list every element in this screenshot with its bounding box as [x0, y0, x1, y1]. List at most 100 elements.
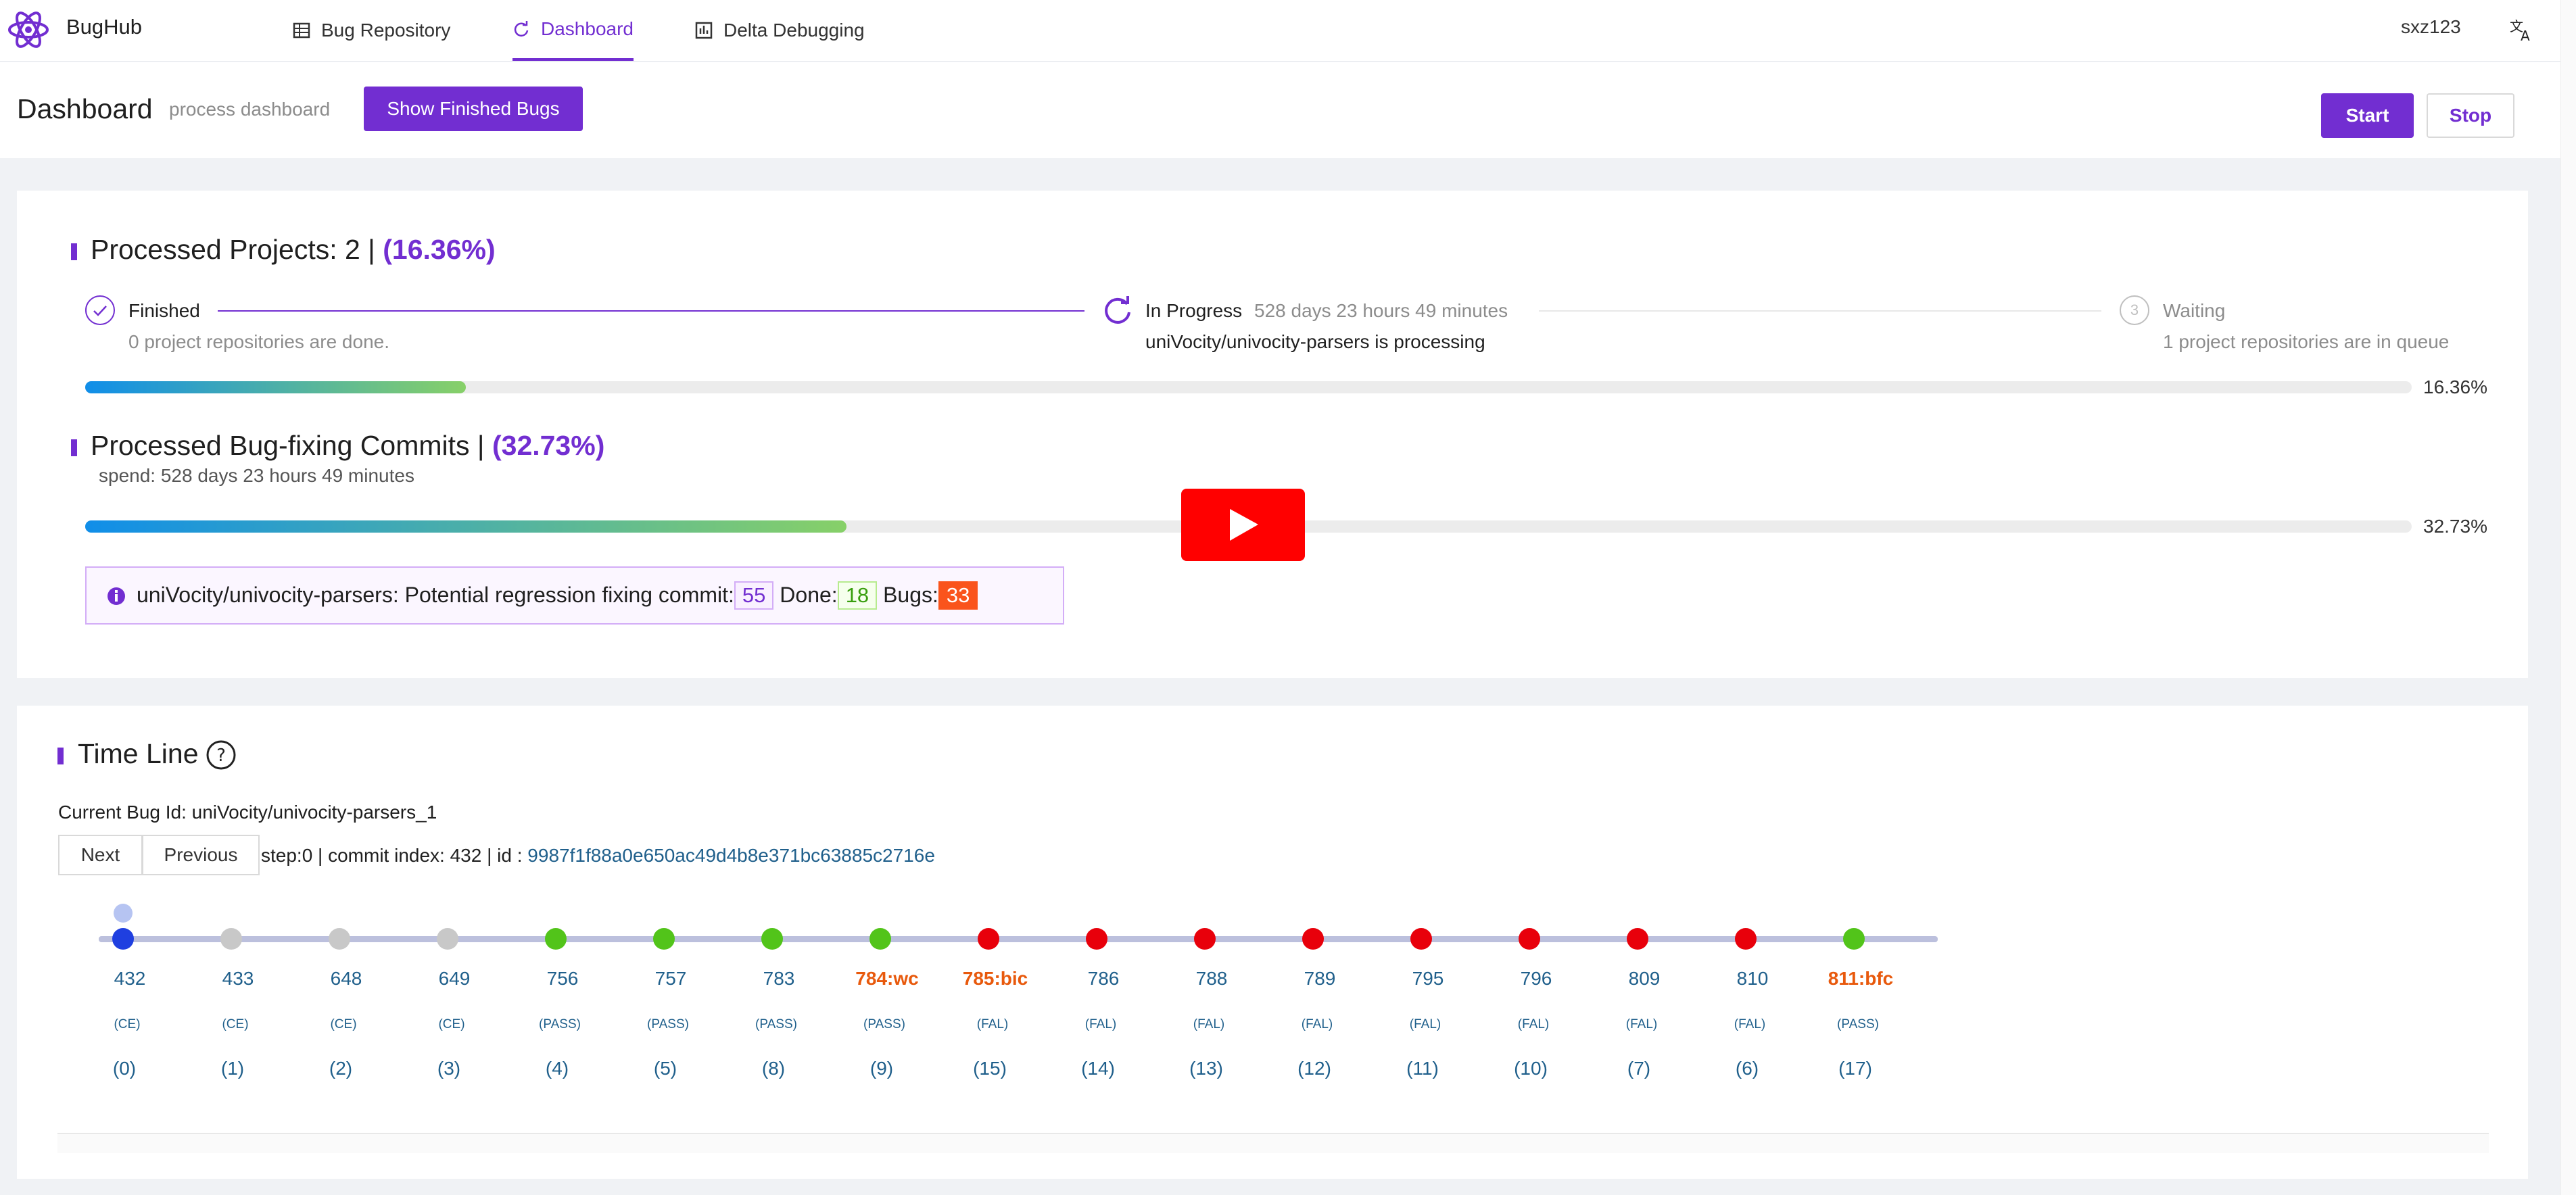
step-progress-label: In Progress — [1145, 300, 1243, 321]
timeline-node-label[interactable]: 809 — [1597, 968, 1692, 990]
svg-text:?: ? — [216, 746, 226, 766]
processed-projects-title: Processed Projects: 2 | (16.36%) — [91, 234, 496, 266]
timeline-node-dot[interactable] — [329, 928, 350, 950]
timeline-node-dot[interactable] — [112, 928, 134, 950]
timeline-node-order: (3) — [437, 1058, 461, 1079]
commits-spend: spend: 528 days 23 hours 49 minutes — [99, 465, 414, 486]
projects-percent: (16.36%) — [383, 234, 496, 265]
timeline-node-status: (FAL) — [1301, 1017, 1333, 1031]
timeline-node-dot[interactable] — [437, 928, 458, 950]
timeline-node-label[interactable]: 811:bfc — [1813, 968, 1908, 990]
nav-label: Delta Debugging — [723, 20, 865, 41]
potential-count-tag: 55 — [734, 581, 774, 610]
nav-bug-repository[interactable]: Bug Repository — [293, 0, 450, 61]
horizontal-scroll-track[interactable] — [57, 1133, 2489, 1153]
timeline-node-label[interactable]: 433 — [191, 968, 285, 990]
timeline-node-label[interactable]: 649 — [407, 968, 502, 990]
timeline-node-order: (0) — [112, 1058, 137, 1079]
start-button[interactable]: Start — [2321, 93, 2414, 138]
current-bug-id: Current Bug Id: uniVocity/univocity-pars… — [58, 802, 437, 823]
timeline-node-dot[interactable] — [220, 928, 242, 950]
app-name[interactable]: BugHub — [66, 15, 142, 39]
timeline-node-order: (6) — [1735, 1058, 1759, 1079]
timeline-node-label[interactable]: 796 — [1489, 968, 1583, 990]
timeline-node-order: (14) — [1081, 1058, 1115, 1079]
commit-info-line: uniVocity/univocity-parsers: Potential r… — [137, 581, 978, 610]
timeline-node-dot[interactable] — [545, 928, 567, 950]
projects-title-text: Processed Projects: 2 | — [91, 234, 375, 265]
timeline-node-dot[interactable] — [1735, 928, 1757, 950]
step-finished-icon — [85, 295, 115, 325]
chart-icon — [695, 22, 713, 39]
step-connector — [218, 310, 1084, 312]
timeline-node-dot[interactable] — [1627, 928, 1648, 950]
timeline-node-order: (17) — [1838, 1058, 1872, 1079]
processed-commits-title: Processed Bug-fixing Commits | (32.73%) — [91, 430, 604, 462]
timeline-node-dot[interactable] — [869, 928, 891, 950]
previous-button[interactable]: Previous — [142, 835, 260, 875]
timeline-node-dot[interactable] — [1843, 928, 1865, 950]
scrollbar[interactable] — [2560, 0, 2576, 1195]
timeline-node-order: (7) — [1627, 1058, 1651, 1079]
timeline-node-status: (CE) — [438, 1017, 465, 1031]
step-progress-duration: 528 days 23 hours 49 minutes — [1254, 300, 1508, 321]
timeline-node-dot[interactable] — [978, 928, 999, 950]
timeline-node-label[interactable]: 756 — [515, 968, 610, 990]
timeline-node-order: (1) — [220, 1058, 245, 1079]
timeline-node-label[interactable]: 810 — [1705, 968, 1800, 990]
timeline-node-status: (PASS) — [755, 1017, 797, 1031]
timeline-node-label[interactable]: 432 — [82, 968, 177, 990]
timeline-node-dot[interactable] — [653, 928, 675, 950]
timeline-node-label[interactable]: 783 — [732, 968, 826, 990]
next-button[interactable]: Next — [58, 835, 143, 875]
timeline-title: Time Line — [78, 738, 199, 769]
timeline-node-order: (4) — [545, 1058, 569, 1079]
timeline-node-dot[interactable] — [1410, 928, 1432, 950]
loading-icon — [1105, 296, 1130, 324]
timeline-node-status: (FAL) — [1625, 1017, 1658, 1031]
commit-id-link[interactable]: 9987f1f88a0e650ac49d4b8e371bc63885c2716e — [527, 845, 935, 866]
timeline-node-label[interactable]: 757 — [623, 968, 718, 990]
step-waiting-desc: 1 project repositories are in queue — [2163, 331, 2450, 352]
help-icon[interactable]: ? — [206, 739, 237, 771]
user-name[interactable]: sxz123 — [2401, 16, 2461, 38]
section-marker — [71, 439, 77, 456]
projects-progress-bar — [85, 381, 2412, 393]
timeline-node-dot[interactable] — [1194, 928, 1216, 950]
nav-label: Dashboard — [541, 18, 634, 39]
timeline-node-label[interactable]: 795 — [1381, 968, 1475, 990]
timeline-node-status: (FAL) — [1517, 1017, 1550, 1031]
translate-icon[interactable]: 文 A — [2508, 16, 2535, 43]
timeline-node-label[interactable]: 786 — [1056, 968, 1151, 990]
play-icon — [1230, 509, 1258, 541]
commits-progress-text: 32.73% — [2423, 516, 2487, 537]
timeline-node-status: (PASS) — [539, 1017, 581, 1031]
timeline-node-label[interactable]: 648 — [299, 968, 393, 990]
timeline-node-order: (5) — [653, 1058, 677, 1079]
commits-progress-fill — [85, 520, 847, 533]
timeline-node-order: (12) — [1297, 1058, 1331, 1079]
timeline-node-label[interactable]: 785:bic — [948, 968, 1043, 990]
step-finished-label: Finished — [128, 300, 200, 321]
timeline-node-dot[interactable] — [1086, 928, 1107, 950]
timeline-node-dot[interactable] — [1519, 928, 1540, 950]
nav-dashboard[interactable]: Dashboard — [512, 0, 634, 61]
info-icon — [108, 587, 125, 605]
commits-percent: (32.73%) — [492, 430, 605, 461]
step-waiting-number: 3 — [2120, 295, 2149, 325]
show-finished-bugs-button[interactable]: Show Finished Bugs — [364, 87, 583, 131]
timeline-node-label[interactable]: 789 — [1272, 968, 1367, 990]
timeline-node-status: (PASS) — [863, 1017, 905, 1031]
video-play-button[interactable] — [1181, 489, 1305, 561]
timeline-node-label[interactable]: 784:wc — [840, 968, 934, 990]
current-position-marker — [114, 904, 133, 923]
page-subtitle: process dashboard — [169, 99, 331, 120]
timeline-node-label[interactable]: 788 — [1164, 968, 1259, 990]
timeline-node-dot[interactable] — [761, 928, 783, 950]
bugs-label: Bugs: — [883, 583, 938, 607]
nav-delta-debugging[interactable]: Delta Debugging — [695, 0, 865, 61]
stop-button[interactable]: Stop — [2427, 93, 2514, 138]
nav-label: Bug Repository — [321, 20, 451, 41]
timeline-axis — [99, 936, 1938, 942]
timeline-node-dot[interactable] — [1302, 928, 1324, 950]
